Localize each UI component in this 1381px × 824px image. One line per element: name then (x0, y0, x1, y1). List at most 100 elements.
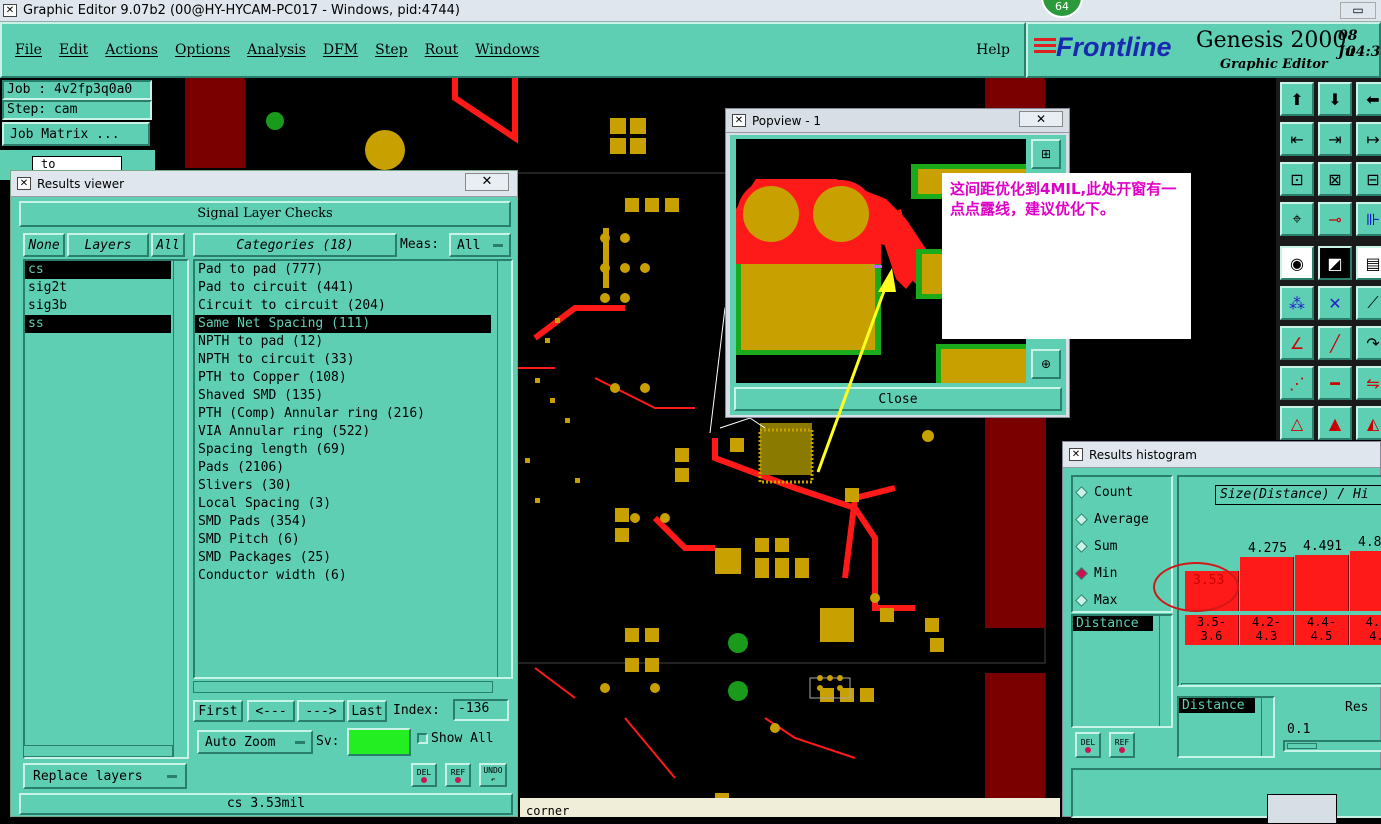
net-extra-icon[interactable]: ⟋ (1356, 286, 1381, 320)
layers-hscroll[interactable] (23, 745, 173, 757)
menu-options[interactable]: Options (175, 42, 230, 58)
histogram-bar[interactable] (1350, 551, 1381, 611)
segment-extra-icon[interactable]: ⇋ (1356, 366, 1381, 400)
menu-dfm[interactable]: DFM (323, 42, 358, 58)
layer-item[interactable]: sig3b (25, 297, 171, 315)
category-item[interactable]: Pad to pad (777) (195, 261, 491, 279)
menu-actions[interactable]: Actions (105, 42, 158, 58)
none-button[interactable]: None (23, 233, 65, 257)
all-button[interactable]: All (151, 233, 185, 257)
job-matrix-button[interactable]: Job Matrix ... (2, 122, 150, 146)
popview-zoom-icon[interactable]: ⊞ (1031, 139, 1061, 169)
category-item[interactable]: NPTH to circuit (33) (195, 351, 491, 369)
last-button[interactable]: Last (347, 700, 387, 722)
pan-left-icon[interactable]: ⇤ (1280, 122, 1314, 156)
measure-icon[interactable]: ⌖ (1280, 202, 1314, 236)
hist-ref-button[interactable]: REF (1109, 732, 1135, 758)
zoom-down-icon[interactable]: ⬇ (1318, 82, 1352, 116)
net-icon[interactable]: ⁂ (1280, 286, 1314, 320)
window-controls[interactable]: ▭ (1340, 2, 1376, 19)
select-icon[interactable]: ◉ (1280, 246, 1314, 280)
bin-label: 4.4- 4.5 (1295, 615, 1349, 645)
tool-extra-icon[interactable]: ⬅ (1356, 82, 1381, 116)
histogram-bar[interactable] (1295, 555, 1349, 611)
menu-file[interactable]: File (15, 42, 42, 58)
category-item[interactable]: Same Net Spacing (111) (195, 315, 491, 333)
menu-step[interactable]: Step (375, 42, 407, 58)
distance-item[interactable]: Distance (1073, 616, 1153, 631)
probe-extra-icon[interactable]: ⊪ (1356, 202, 1381, 236)
menu-help[interactable]: Help (976, 42, 1010, 58)
category-item[interactable]: SMD Pitch (6) (195, 531, 491, 549)
categories-scrollbar[interactable] (497, 261, 511, 677)
segment-icon[interactable]: ━ (1318, 366, 1352, 400)
triangle-up-icon[interactable]: ▲ (1318, 406, 1352, 440)
menu-analysis[interactable]: Analysis (247, 42, 306, 58)
fit-screen-icon[interactable]: ⊡ (1280, 162, 1314, 196)
triangle-icon[interactable]: △ (1280, 406, 1314, 440)
distance-scrollbar[interactable] (1159, 616, 1171, 726)
layer-item[interactable]: cs (25, 261, 171, 279)
popview-fit-icon[interactable]: ⊕ (1031, 349, 1061, 379)
category-item[interactable]: Pad to circuit (441) (195, 279, 491, 297)
layer-item[interactable]: ss (25, 315, 171, 333)
ruler-icon[interactable]: ▤ (1356, 246, 1381, 280)
hist-del-button[interactable]: DEL (1075, 732, 1101, 758)
mode-count[interactable]: Count (1073, 479, 1171, 506)
histogram-hscroll[interactable] (1181, 683, 1381, 685)
curve-icon[interactable]: ↷ (1356, 326, 1381, 360)
histogram-bar[interactable] (1240, 557, 1294, 611)
layers-scrollbar[interactable] (173, 261, 187, 757)
distance-item-2[interactable]: Distance (1179, 698, 1255, 713)
pan-extra-icon[interactable]: ↦ (1356, 122, 1381, 156)
mode-average[interactable]: Average (1073, 506, 1171, 533)
menu-edit[interactable]: Edit (59, 42, 88, 58)
category-item[interactable]: Conductor width (6) (195, 567, 491, 585)
category-item[interactable]: SMD Packages (25) (195, 549, 491, 567)
menu-rout[interactable]: Rout (425, 42, 459, 58)
index-input[interactable]: -136 (453, 699, 509, 721)
category-item[interactable]: Pads (2106) (195, 459, 491, 477)
ref-button[interactable]: REF (445, 763, 471, 787)
categories-hscroll[interactable] (193, 681, 493, 693)
res-slider[interactable] (1283, 740, 1381, 752)
cross-icon[interactable]: ✕ (1318, 286, 1352, 320)
pan-right-icon[interactable]: ⇥ (1318, 122, 1352, 156)
probe-icon[interactable]: ⊸ (1318, 202, 1352, 236)
replace-layers-dropdown[interactable]: Replace layers (23, 763, 187, 789)
triangle-extra-icon[interactable]: ◭ (1356, 406, 1381, 440)
close-icon[interactable]: ✕ (465, 173, 509, 191)
fit-all-icon[interactable]: ⊠ (1318, 162, 1352, 196)
category-item[interactable]: VIA Annular ring (522) (195, 423, 491, 441)
distance-scrollbar-2[interactable] (1261, 698, 1273, 756)
category-item[interactable]: Local Spacing (3) (195, 495, 491, 513)
auto-zoom-dropdown[interactable]: Auto Zoom (197, 730, 313, 754)
show-all-checkbox[interactable] (417, 733, 428, 744)
category-item[interactable]: Spacing length (69) (195, 441, 491, 459)
category-item[interactable]: Slivers (30) (195, 477, 491, 495)
category-item[interactable]: PTH to Copper (108) (195, 369, 491, 387)
undo-button[interactable]: UNDO ↶ (479, 763, 507, 787)
category-item[interactable]: SMD Pads (354) (195, 513, 491, 531)
line-icon[interactable]: ╱ (1318, 326, 1352, 360)
point-icon[interactable]: ⋰ (1280, 366, 1314, 400)
category-item[interactable]: NPTH to pad (12) (195, 333, 491, 351)
menu-windows[interactable]: Windows (475, 42, 539, 58)
mode-sum[interactable]: Sum (1073, 533, 1171, 560)
angle-icon[interactable]: ∠ (1280, 326, 1314, 360)
category-item[interactable]: PTH (Comp) Annular ring (216) (195, 405, 491, 423)
category-item[interactable]: Shaved SMD (135) (195, 387, 491, 405)
sv-color-picker[interactable] (347, 728, 411, 756)
slider-thumb[interactable] (1287, 743, 1317, 749)
close-icon[interactable]: ✕ (1019, 111, 1063, 127)
prev-button[interactable]: <--- (247, 700, 295, 722)
first-button[interactable]: First (193, 700, 243, 722)
next-button[interactable]: ---> (297, 700, 345, 722)
layer-item[interactable]: sig2t (25, 279, 171, 297)
category-item[interactable]: Circuit to circuit (204) (195, 297, 491, 315)
del-button[interactable]: DEL (411, 763, 437, 787)
fit-extra-icon[interactable]: ⊟ (1356, 162, 1381, 196)
meas-dropdown[interactable]: All (449, 233, 511, 257)
zoom-home-icon[interactable]: ⬆ (1280, 82, 1314, 116)
highlight-icon[interactable]: ◩ (1318, 246, 1352, 280)
